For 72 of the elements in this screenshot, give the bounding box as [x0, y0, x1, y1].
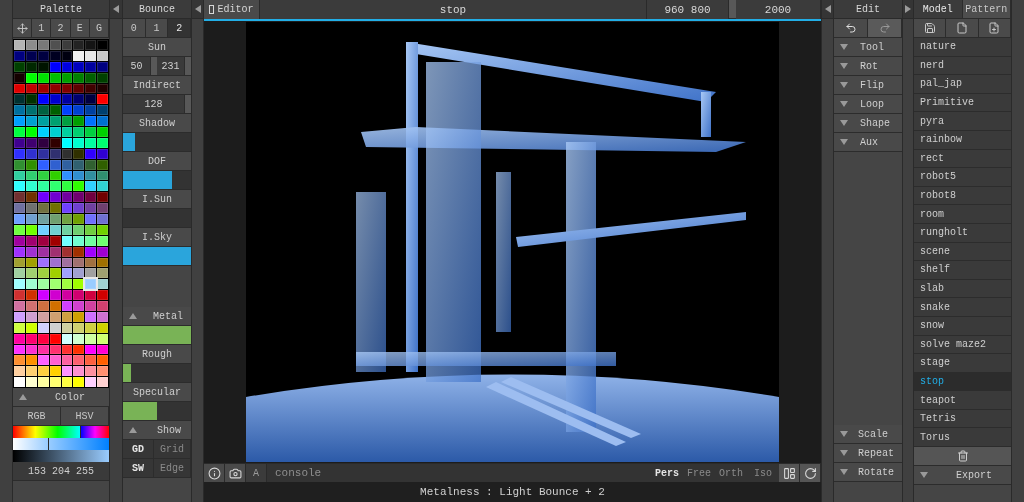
- rgb-value: 153 204 255: [13, 462, 109, 481]
- panel-title: Bounce: [123, 0, 191, 19]
- file-list-item[interactable]: snake: [914, 298, 1011, 317]
- section-label: Color: [55, 391, 85, 403]
- palette-tab[interactable]: 2: [51, 19, 71, 38]
- bounce-tab[interactable]: 1: [145, 19, 169, 38]
- file-list-item[interactable]: shelf: [914, 261, 1011, 280]
- tool-section[interactable]: Aux: [834, 133, 902, 152]
- tool-section[interactable]: Repeat: [834, 444, 902, 463]
- section-label: Flip: [860, 79, 884, 91]
- panel-tab[interactable]: Pattern: [962, 0, 1011, 19]
- setting-label: DOF: [123, 152, 191, 171]
- section-label: Repeat: [858, 447, 894, 459]
- console-field[interactable]: console: [267, 464, 651, 482]
- toggle-button[interactable]: Grid: [154, 440, 191, 459]
- projection-tab[interactable]: Free: [683, 464, 715, 482]
- setting-label: I.Sky: [123, 228, 191, 247]
- number-field[interactable]: 128: [123, 95, 185, 114]
- bounce-tab[interactable]: 0: [123, 19, 146, 38]
- section-label: Show: [157, 424, 181, 436]
- color-mode-tab[interactable]: HSV: [61, 407, 109, 426]
- setting-label: Indirect: [123, 76, 191, 95]
- number-field[interactable]: 231: [157, 57, 185, 76]
- bounce-tab[interactable]: 2: [168, 19, 191, 38]
- tool-section[interactable]: Rotate: [834, 463, 902, 482]
- panel-title: Palette: [13, 0, 109, 19]
- color-mode-tab[interactable]: RGB: [13, 407, 61, 426]
- tool-section[interactable]: Rot: [834, 57, 902, 76]
- file-list-item[interactable]: robot5: [914, 168, 1011, 187]
- sample-count[interactable]: 2000: [736, 0, 821, 19]
- section-label: Export: [956, 469, 992, 481]
- tool-section[interactable]: Loop: [834, 95, 902, 114]
- export-section[interactable]: Export: [914, 466, 1011, 486]
- file-list-item[interactable]: pyra: [914, 112, 1011, 131]
- file-list-item[interactable]: stage: [914, 354, 1011, 373]
- tool-section[interactable]: Shape: [834, 114, 902, 133]
- projection-tab[interactable]: Iso: [747, 464, 779, 482]
- panel-title: Edit: [834, 0, 902, 19]
- projection-tab[interactable]: Orth: [715, 464, 747, 482]
- section-header[interactable]: Metal: [123, 307, 191, 326]
- panel-tab[interactable]: Model: [914, 0, 963, 19]
- file-list-item[interactable]: Torus: [914, 428, 1011, 448]
- setting-label: Specular: [123, 383, 191, 402]
- setting-label: Rough: [123, 345, 191, 364]
- file-list-item[interactable]: room: [914, 205, 1011, 224]
- section-header[interactable]: Show: [123, 421, 191, 440]
- section-label: Metal: [153, 310, 183, 322]
- file-list-item[interactable]: nature: [914, 38, 1011, 57]
- toggle-button[interactable]: Edge: [154, 459, 191, 478]
- number-field[interactable]: 50: [123, 57, 151, 76]
- section-label: Rotate: [858, 466, 894, 478]
- section-label: Rot: [860, 60, 878, 72]
- section-label: Shape: [860, 117, 890, 129]
- palette-tab[interactable]: 1: [32, 19, 52, 38]
- file-list-item[interactable]: pal_jap: [914, 75, 1011, 94]
- projection-tab[interactable]: Pers: [651, 464, 683, 482]
- tool-section[interactable]: Flip: [834, 76, 902, 95]
- setting-label: I.Sun: [123, 190, 191, 209]
- section-header[interactable]: Color: [13, 388, 109, 407]
- tool-section[interactable]: Scale: [834, 425, 902, 444]
- setting-label: Sun: [123, 38, 191, 57]
- toggle-button[interactable]: SW: [123, 459, 154, 478]
- model-title: stop: [260, 0, 647, 19]
- section-label: Loop: [860, 98, 884, 110]
- tool-section[interactable]: Tool: [834, 38, 902, 57]
- section-label: Scale: [858, 428, 888, 440]
- setting-label: Shadow: [123, 114, 191, 133]
- editor-button[interactable]: Editor: [204, 0, 260, 19]
- file-list-item[interactable]: teapot: [914, 391, 1011, 410]
- section-label: Tool: [860, 41, 884, 53]
- toggle-button[interactable]: GD: [123, 440, 154, 459]
- section-label: Aux: [860, 136, 878, 148]
